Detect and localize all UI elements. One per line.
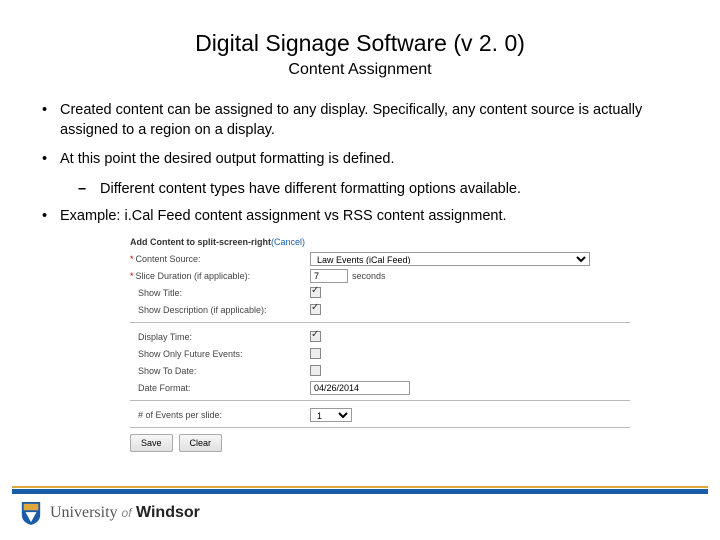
slice-duration-input[interactable]: [310, 269, 348, 283]
bullet-3: • Example: i.Cal Feed content assignment…: [40, 207, 680, 227]
footer-rule-gold: [12, 486, 708, 488]
bullet-1-text: Created content can be assigned to any d…: [60, 101, 680, 140]
display-time-checkbox[interactable]: [310, 331, 321, 342]
bullet-2a-text: Different content types have different f…: [100, 180, 680, 200]
events-per-slide-select[interactable]: 1: [310, 408, 352, 422]
divider: [130, 427, 630, 428]
label-show-desc: Show Description (if applicable):: [138, 305, 267, 315]
footer: University of Windsor: [0, 486, 720, 540]
seconds-label: seconds: [352, 271, 386, 281]
bullet-2a: – Different content types have different…: [78, 180, 680, 200]
date-format-input[interactable]: [310, 381, 410, 395]
label-slice-duration: Slice Duration (if applicable):: [136, 271, 251, 281]
label-show-to-date: Show To Date:: [138, 366, 196, 376]
show-to-date-checkbox[interactable]: [310, 365, 321, 376]
university-shield-icon: [20, 500, 42, 526]
label-show-title: Show Title:: [138, 288, 182, 298]
slide-title: Digital Signage Software (v 2. 0): [40, 30, 680, 57]
cancel-link[interactable]: (Cancel): [271, 237, 305, 247]
bullet-1: • Created content can be assigned to any…: [40, 101, 680, 140]
form-header-text: Add Content to split-screen-right: [130, 237, 271, 247]
label-display-time: Display Time:: [138, 332, 192, 342]
bullet-2-text: At this point the desired output formatt…: [60, 150, 680, 170]
show-desc-checkbox[interactable]: [310, 304, 321, 315]
label-date-format: Date Format:: [138, 383, 191, 393]
divider: [130, 400, 630, 401]
form-header: Add Content to split-screen-right(Cancel…: [130, 237, 630, 247]
label-events-per-slide: # of Events per slide:: [138, 410, 222, 420]
future-events-checkbox[interactable]: [310, 348, 321, 359]
label-future-events: Show Only Future Events:: [138, 349, 243, 359]
university-word: University: [50, 504, 118, 521]
windsor-word: Windsor: [136, 504, 200, 521]
required-icon: *: [130, 271, 134, 281]
bullet-2: • At this point the desired output forma…: [40, 150, 680, 170]
save-button[interactable]: Save: [130, 434, 173, 452]
bullet-3-text: Example: i.Cal Feed content assignment v…: [60, 207, 680, 227]
label-content-source: Content Source:: [136, 254, 201, 264]
divider: [130, 322, 630, 323]
footer-rule-blue: [12, 489, 708, 494]
clear-button[interactable]: Clear: [179, 434, 223, 452]
show-title-checkbox[interactable]: [310, 287, 321, 298]
slide-subtitle: Content Assignment: [40, 61, 680, 79]
university-name: University of Windsor: [50, 504, 200, 522]
required-icon: *: [130, 254, 134, 264]
form-screenshot: Add Content to split-screen-right(Cancel…: [130, 237, 630, 452]
content-source-select[interactable]: Law Events (iCal Feed): [310, 252, 590, 266]
bullet-list: • Created content can be assigned to any…: [40, 101, 680, 227]
